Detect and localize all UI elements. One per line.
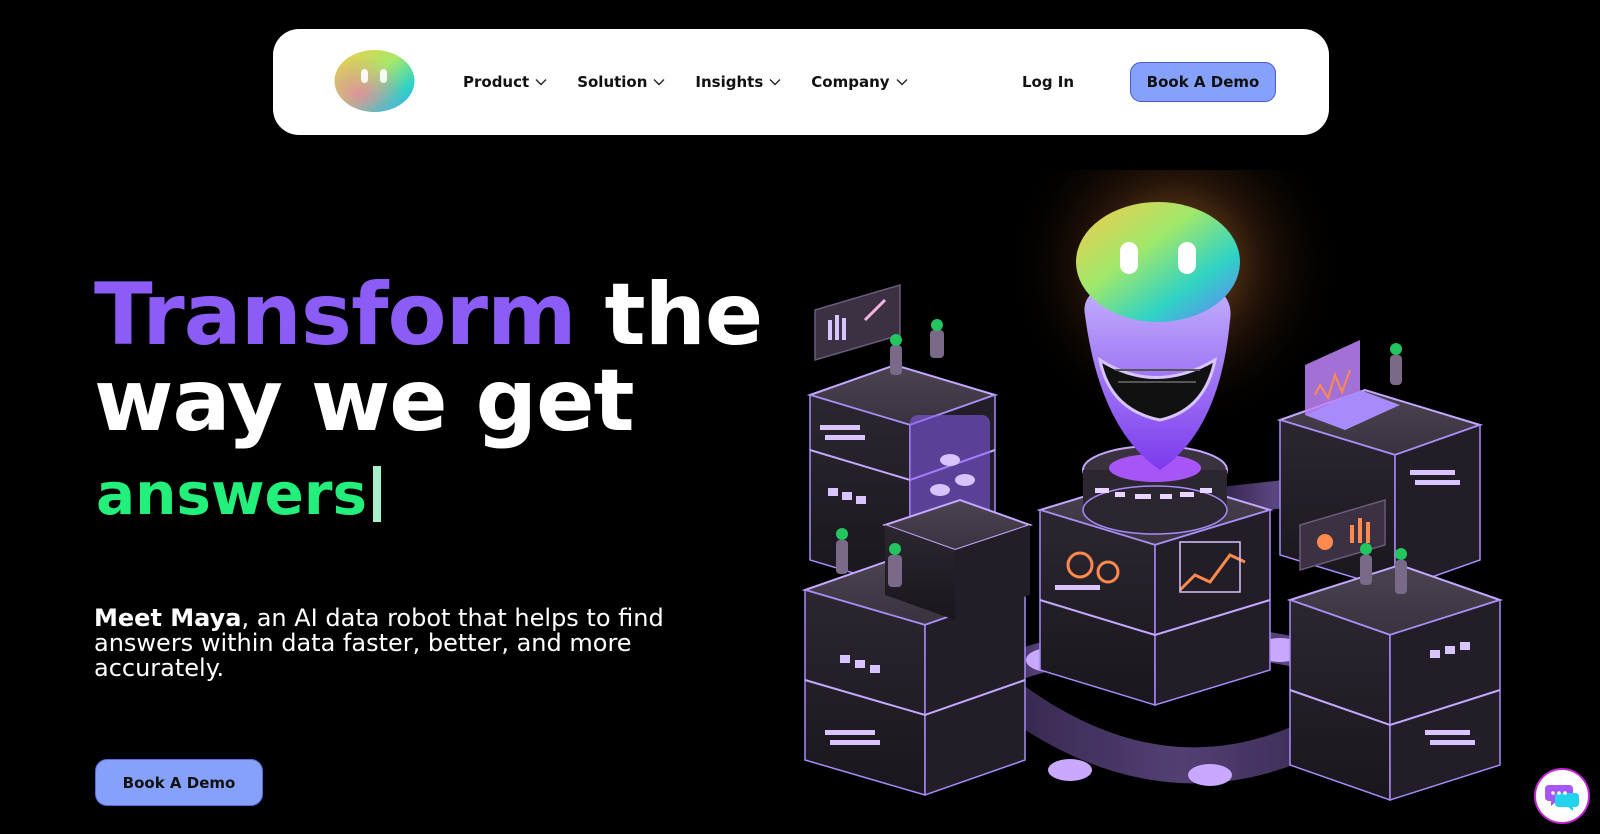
typed-word: answers — [96, 458, 381, 530]
headline-rest: the — [575, 265, 764, 365]
nav-item-solution[interactable]: Solution — [577, 73, 665, 91]
nav-item-company[interactable]: Company — [811, 73, 908, 91]
nav-links: Product Solution Insights Company — [463, 29, 908, 135]
chat-widget-button[interactable] — [1534, 768, 1590, 824]
chevron-down-icon — [535, 79, 547, 86]
chevron-down-icon — [896, 79, 908, 86]
nav-item-label: Company — [811, 73, 890, 91]
robot-scene-image — [801, 95, 1504, 802]
chevron-down-icon — [653, 79, 665, 86]
headline-accent-word: Transform — [94, 265, 577, 365]
hero-headline: Transform the way we get — [94, 272, 763, 444]
hero-subtext: Meet Maya, an AI data robot that helps t… — [94, 606, 714, 681]
chevron-down-icon — [769, 79, 781, 86]
top-navbar: Product Solution Insights Company Log In… — [273, 29, 1329, 135]
nav-book-demo-button[interactable]: Book A Demo — [1130, 62, 1276, 102]
nav-item-label: Insights — [695, 73, 764, 91]
chat-bubble-icon — [1545, 785, 1579, 811]
maya-logo-icon[interactable] — [334, 49, 415, 113]
hero-illustration — [800, 95, 1540, 834]
page: Product Solution Insights Company Log In… — [0, 0, 1600, 834]
login-link[interactable]: Log In — [1008, 29, 1088, 135]
headline-line-2: way we get — [94, 351, 635, 451]
subtext-strong: Meet Maya — [94, 604, 242, 632]
hero-book-demo-button[interactable]: Book A Demo — [95, 759, 263, 806]
nav-item-insights[interactable]: Insights — [695, 73, 781, 91]
nav-item-label: Solution — [577, 73, 648, 91]
typing-cursor — [373, 466, 381, 522]
typed-word-text: answers — [96, 460, 367, 528]
nav-item-label: Product — [463, 73, 530, 91]
nav-item-product[interactable]: Product — [463, 73, 547, 91]
